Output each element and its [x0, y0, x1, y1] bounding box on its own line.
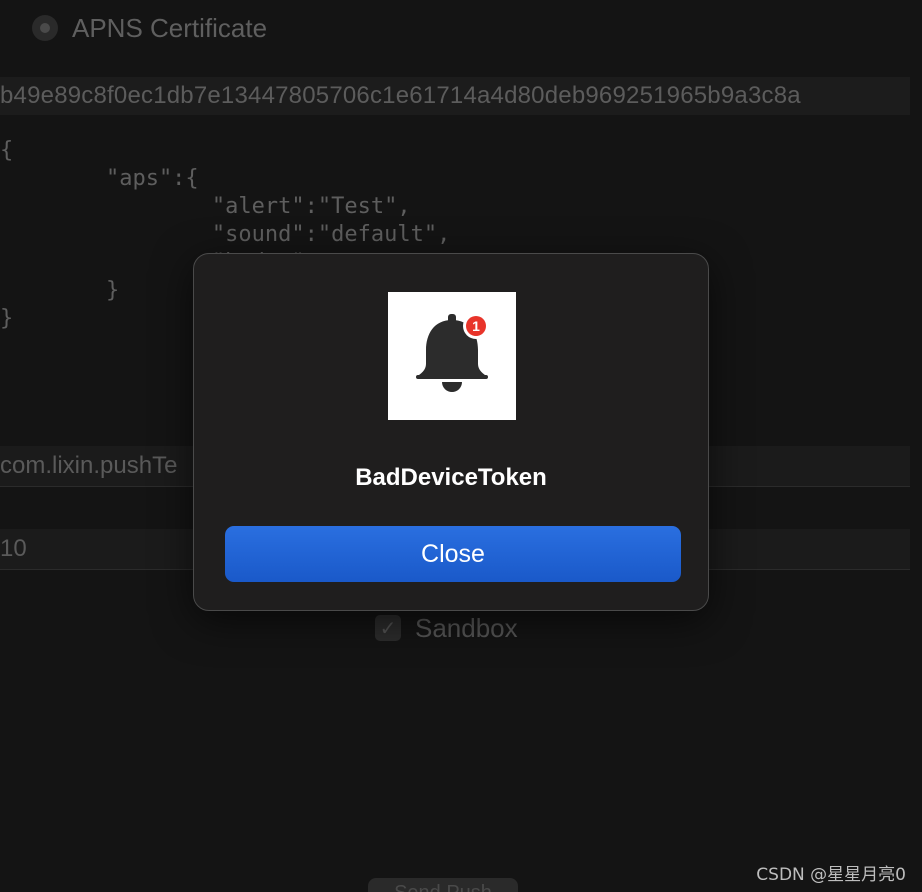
payload-line: "aps":{ — [105, 166, 199, 191]
close-button[interactable]: Close — [225, 526, 681, 582]
apns-certificate-option[interactable]: APNS Certificate — [32, 12, 267, 44]
payload-line: } — [0, 306, 14, 331]
radio-dot — [40, 23, 50, 33]
device-token-field[interactable]: b49e89c8f0ec1db7e13447805706c1e61714a4d8… — [0, 77, 910, 115]
apns-certificate-label: APNS Certificate — [72, 12, 268, 43]
payload-line: "alert":"Test", — [211, 194, 411, 219]
app-window: APNS Certificate b49e89c8f0ec1db7e134478… — [0, 0, 922, 892]
alert-title: BadDeviceToken — [355, 464, 547, 491]
badge-count: 1 — [472, 318, 480, 334]
watermark: CSDN @星星月亮0 — [756, 865, 906, 885]
sandbox-checkbox[interactable]: ✓ — [375, 615, 401, 641]
sandbox-label: Sandbox — [415, 612, 518, 643]
payload-line: { — [0, 138, 14, 163]
app-icon: 1 — [388, 292, 516, 420]
radio-button[interactable] — [32, 15, 58, 41]
alert-dialog: 1 BadDeviceToken Close — [193, 253, 709, 611]
bell-badge-icon: 1 — [416, 313, 489, 392]
payload-line: } — [105, 278, 120, 303]
sandbox-option[interactable]: ✓ Sandbox — [375, 612, 518, 644]
send-push-button[interactable]: Send Push — [368, 878, 518, 892]
payload-line: "sound":"default", — [211, 222, 451, 247]
